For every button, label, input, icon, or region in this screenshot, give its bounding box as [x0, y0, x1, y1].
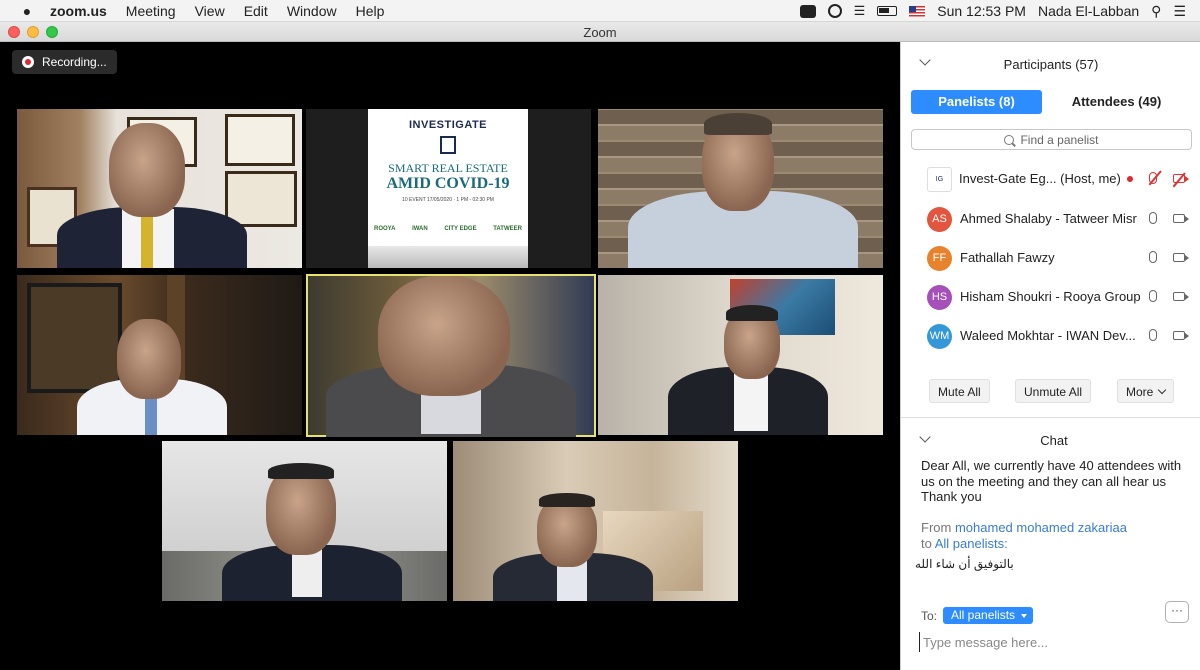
sync-status-icon[interactable]	[827, 4, 842, 18]
menu-bar: ● zoom.us Meeting View Edit Window Help …	[0, 0, 1200, 22]
mic-icon[interactable]	[1149, 212, 1157, 224]
banner-title-line1: SMART REAL ESTATE	[388, 161, 508, 175]
city-skyline-image	[368, 246, 528, 268]
participant-row[interactable]: FF Fathallah Fawzy	[901, 239, 1200, 278]
video-gallery: Recording... INVESTIGATE SMART REAL ESTA…	[0, 42, 900, 670]
chat-more-options-button[interactable]: ···	[1165, 601, 1189, 623]
video-tile-1[interactable]	[17, 109, 302, 268]
video-off-icon[interactable]	[1173, 174, 1189, 183]
spotlight-search-icon[interactable]: ⚲	[1151, 3, 1161, 20]
chat-message-arabic: بالتوفيق أن شاء الله	[915, 557, 1014, 571]
status-area: ☰ Sun 12:53 PM Nada El-Labban ⚲ ☰	[788, 0, 1186, 22]
video-tile-active-speaker[interactable]	[306, 274, 596, 437]
video-tile-7[interactable]	[162, 441, 447, 601]
battery-icon[interactable]	[877, 6, 898, 16]
menu-view[interactable]: View	[195, 3, 225, 19]
unmute-all-button[interactable]: Unmute All	[1015, 379, 1092, 403]
video-tile-3[interactable]	[598, 109, 883, 268]
tab-panelists[interactable]: Panelists (8)	[911, 90, 1042, 114]
banner-date: 10 EVENT 17/05/2020 · 1 PM - 02:30 PM	[402, 197, 494, 203]
search-icon	[1004, 134, 1015, 145]
video-tile-presentation[interactable]: INVESTIGATE SMART REAL ESTATE AMID COVID…	[306, 109, 591, 268]
tab-attendees[interactable]: Attendees (49)	[1042, 90, 1191, 114]
chat-header: Chat	[901, 426, 1200, 454]
participant-row[interactable]: IG Invest-Gate Eg... (Host, me)	[901, 160, 1200, 199]
participant-name: Ahmed Shalaby - Tatweer Misr	[960, 211, 1137, 226]
chevron-down-icon	[1158, 385, 1167, 395]
recipient-dropdown[interactable]: All panelists	[943, 607, 1034, 624]
video-icon[interactable]	[1173, 214, 1189, 223]
banner-logo: INVESTIGATE	[408, 119, 488, 131]
chat-recipient-row: To: All panelists	[921, 607, 1034, 624]
video-tile-8[interactable]	[453, 441, 738, 601]
participant-name: Hisham Shoukri - Rooya Group	[960, 289, 1140, 304]
sponsor-3: CITY EDGE	[444, 226, 477, 232]
menu-edit[interactable]: Edit	[244, 3, 268, 19]
chat-from: From mohamed mohamed zakariaa	[921, 520, 1127, 535]
mic-muted-icon[interactable]	[1149, 172, 1157, 184]
mic-icon[interactable]	[1149, 290, 1157, 302]
participant-row[interactable]: HS Hisham Shoukri - Rooya Group	[901, 278, 1200, 317]
menu-help[interactable]: Help	[356, 3, 385, 19]
building-icon	[440, 136, 456, 154]
wifi-icon[interactable]: ☰	[854, 3, 866, 19]
video-icon[interactable]	[1173, 292, 1189, 301]
user-name[interactable]: Nada El-Labban	[1038, 3, 1139, 19]
sponsor-4: TATWEER	[493, 226, 522, 232]
menu-window[interactable]: Window	[287, 3, 337, 19]
participant-name: Waleed Mokhtar - IWAN Dev...	[960, 328, 1136, 343]
chat-message-input[interactable]	[919, 632, 1189, 652]
event-banner: INVESTIGATE SMART REAL ESTATE AMID COVID…	[368, 109, 528, 268]
avatar: WM	[927, 324, 952, 349]
search-placeholder: Find a panelist	[1020, 132, 1099, 147]
participant-actions: Mute All Unmute All More	[901, 379, 1200, 405]
mute-all-button[interactable]: Mute All	[929, 379, 990, 403]
chat-message: Dear All, we currently have 40 attendees…	[921, 458, 1182, 504]
chat-sender-link[interactable]: mohamed mohamed zakariaa	[955, 520, 1127, 535]
recording-indicator[interactable]: Recording...	[12, 50, 117, 74]
avatar: AS	[927, 207, 952, 232]
avatar: IG	[927, 167, 952, 192]
side-panel: Participants (57) Panelists (8) Attendee…	[900, 42, 1200, 670]
banner-sponsors: ROOYA IWAN CITY EDGE TATWEER	[374, 221, 522, 237]
video-tile-6[interactable]	[598, 275, 883, 435]
chat-recipient-link[interactable]: All panelists:	[935, 536, 1008, 551]
apple-icon[interactable]: ●	[18, 3, 36, 19]
avatar: HS	[927, 285, 952, 310]
participants-title: Participants (57)	[1003, 57, 1099, 72]
record-icon	[22, 56, 34, 68]
chat-title: Chat	[1040, 433, 1068, 448]
window-title-bar: Zoom	[0, 22, 1200, 42]
more-button[interactable]: More	[1117, 379, 1175, 403]
video-icon[interactable]	[1173, 253, 1189, 262]
participant-name: Invest-Gate Eg... (Host, me)	[959, 171, 1121, 186]
banner-title-line2: AMID COVID-19	[386, 175, 510, 192]
menu-meeting[interactable]: Meeting	[126, 3, 176, 19]
panelist-search-input[interactable]: Find a panelist	[911, 129, 1192, 150]
chat-to: to All panelists:	[921, 536, 1008, 551]
mic-icon[interactable]	[1149, 251, 1157, 263]
participant-row[interactable]: AS Ahmed Shalaby - Tatweer Misr	[901, 200, 1200, 239]
panel-divider	[901, 417, 1200, 418]
panelist-list: IG Invest-Gate Eg... (Host, me) AS Ahmed…	[901, 160, 1200, 360]
notification-center-icon[interactable]: ☰	[1173, 3, 1186, 20]
avatar: FF	[927, 246, 952, 271]
video-tile-4[interactable]	[17, 275, 302, 435]
window-title: Zoom	[583, 25, 617, 40]
menu-app[interactable]: zoom.us	[50, 3, 107, 19]
participant-row[interactable]: WM Waleed Mokhtar - IWAN Dev...	[901, 317, 1200, 356]
input-source-flag-icon[interactable]	[909, 5, 926, 17]
sponsor-2: IWAN	[412, 226, 428, 232]
mic-icon[interactable]	[1149, 329, 1157, 341]
participant-tabs: Panelists (8) Attendees (49)	[911, 90, 1191, 114]
video-status-icon[interactable]	[799, 4, 816, 18]
sponsor-1: ROOYA	[374, 226, 396, 232]
video-icon[interactable]	[1173, 331, 1189, 340]
participant-name: Fathallah Fawzy	[960, 250, 1055, 265]
to-label: To:	[921, 608, 938, 623]
recording-label: Recording...	[42, 55, 107, 69]
clock[interactable]: Sun 12:53 PM	[937, 3, 1026, 19]
participants-header: Participants (57)	[901, 42, 1200, 84]
recording-dot-icon	[1127, 176, 1133, 182]
